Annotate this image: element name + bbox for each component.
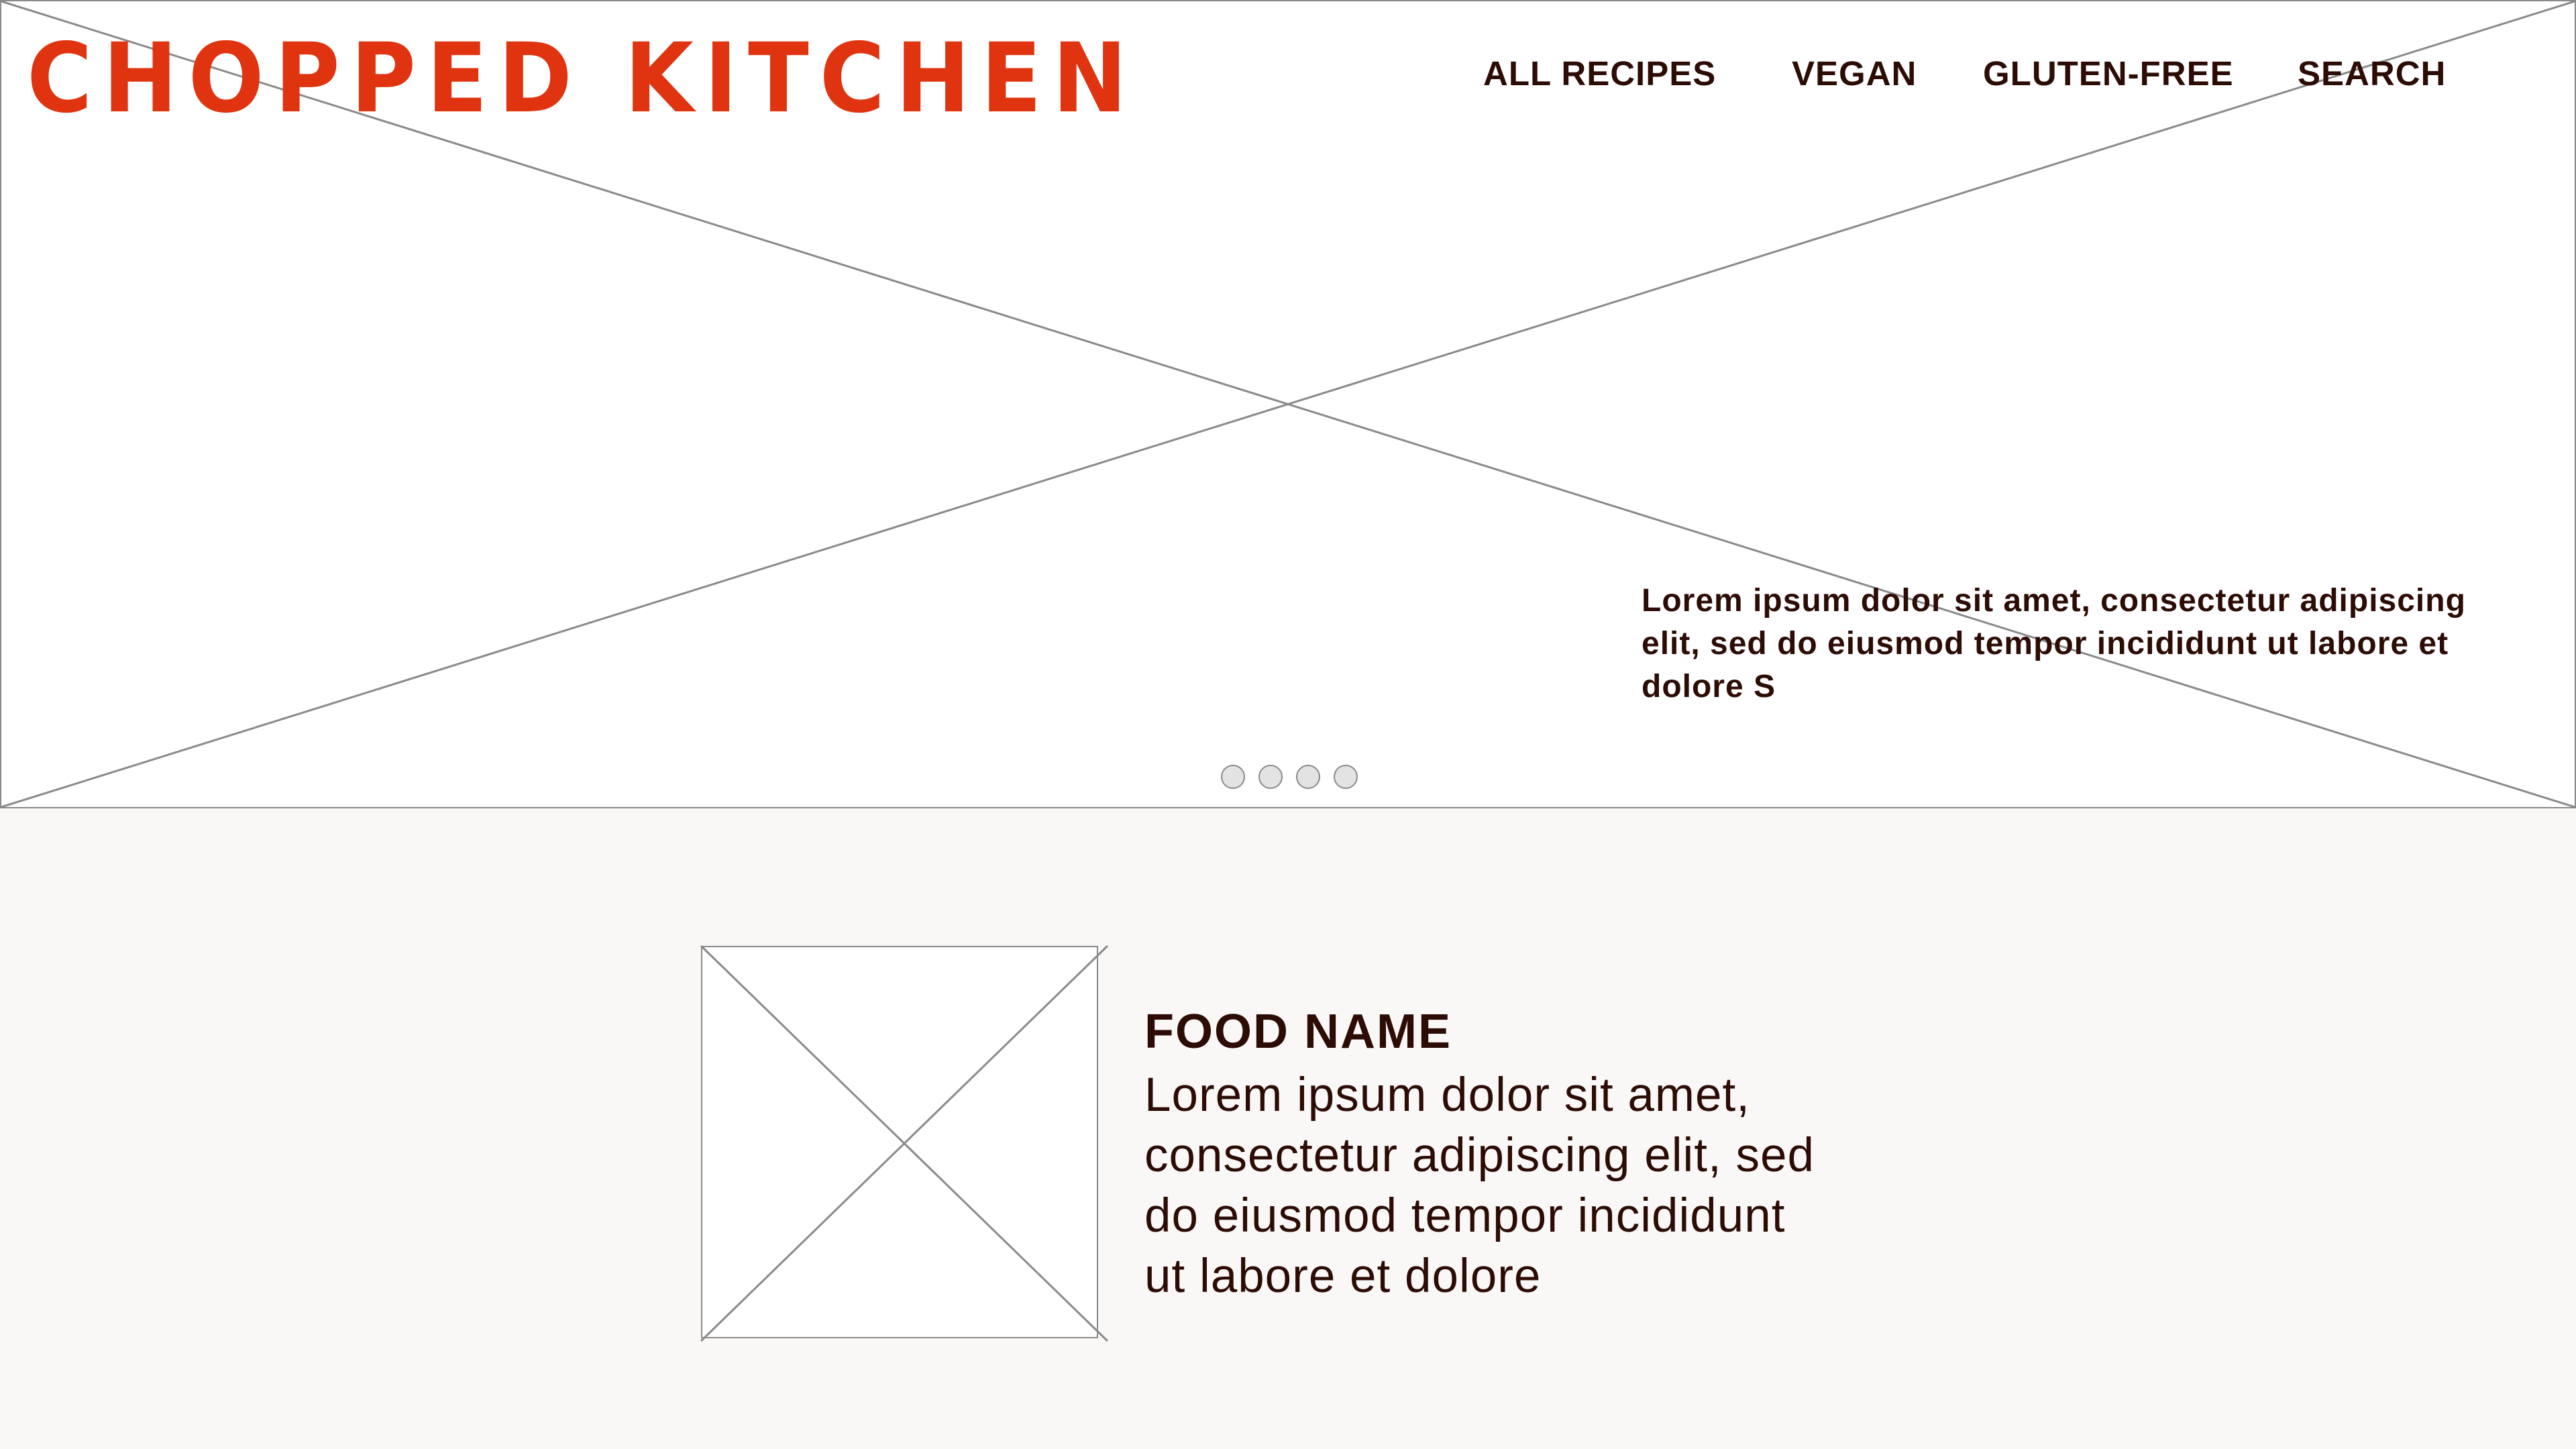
hero-banner: CHOPPED KITCHEN ALL RECIPES VEGAN GLUTEN… [0,0,2576,808]
carousel-dot-3[interactable] [1296,765,1320,789]
carousel-dot-2[interactable] [1258,765,1283,789]
nav-gluten-free[interactable]: GLUTEN-FREE [1983,54,2234,94]
carousel-indicators [1221,765,1358,789]
image-placeholder-icon [700,945,1109,1342]
main-nav: ALL RECIPES VEGAN GLUTEN-FREE SEARCH [1,54,2575,94]
carousel-dot-1[interactable] [1221,765,1245,789]
hero-caption: Lorem ipsum dolor sit amet, consectetur … [1642,583,2466,704]
food-name-title: FOOD NAME [1144,1005,1452,1059]
nav-all-recipes[interactable]: ALL RECIPES [1483,54,1716,94]
nav-vegan[interactable]: VEGAN [1792,54,1917,94]
page: CHOPPED KITCHEN ALL RECIPES VEGAN GLUTEN… [0,0,2576,1449]
carousel-dot-4[interactable] [1334,765,1358,789]
nav-search[interactable]: SEARCH [2298,54,2446,94]
food-image[interactable] [700,945,1109,1342]
food-description: Lorem ipsum dolor sit amet, consectetur … [1144,1069,1815,1303]
